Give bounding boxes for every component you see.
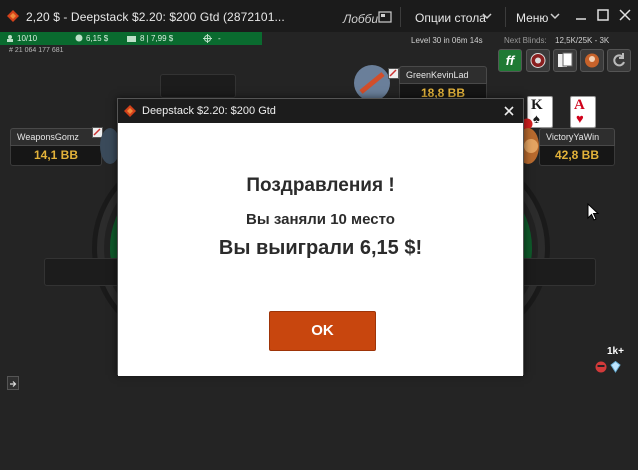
chevron-down-icon[interactable] bbox=[550, 13, 560, 20]
player-name: WeaponsGomz bbox=[10, 128, 102, 146]
maximize-icon[interactable] bbox=[596, 8, 610, 22]
title-bar: 2,20 $ - Deepstack $2.20: $200 Gtd (2872… bbox=[0, 0, 638, 32]
seat-victoryyawin[interactable]: VictoryYaWin 42,8 BB bbox=[539, 128, 615, 166]
emoji-icon[interactable] bbox=[595, 361, 607, 373]
congratulations-heading: Поздравления ! bbox=[246, 175, 395, 196]
finish-place-text: Вы заняли 10 место bbox=[246, 211, 395, 228]
lobby-icon[interactable] bbox=[378, 10, 392, 24]
cards-icon[interactable] bbox=[553, 49, 577, 72]
tables-icon bbox=[127, 36, 136, 42]
card-suit: ♠ bbox=[533, 111, 540, 126]
pokerstars-logo-icon bbox=[124, 105, 136, 117]
avatar-settings-icon[interactable] bbox=[580, 49, 604, 72]
players-icon bbox=[7, 35, 13, 42]
crosshair-icon bbox=[203, 34, 212, 43]
player-name: GreenKevinLad bbox=[399, 66, 487, 84]
prize-value: 6,15 $ bbox=[86, 34, 109, 43]
close-icon[interactable] bbox=[502, 104, 516, 118]
arrow-right-icon bbox=[10, 381, 17, 387]
expand-panel-button[interactable] bbox=[7, 376, 19, 390]
seat-rail-left bbox=[44, 258, 120, 286]
player-avatar bbox=[354, 65, 390, 101]
tournament-result-dialog: Deepstack $2.20: $200 Gtd Поздравления !… bbox=[117, 98, 524, 376]
level-timer: Level 30 in 06m 14s bbox=[411, 36, 483, 45]
roulette-icon[interactable] bbox=[526, 49, 550, 72]
tournament-info-strip: 10/10 6,15 $ 8 | 7,99 $ - bbox=[0, 32, 262, 45]
count-badge: 1k+ bbox=[607, 346, 624, 357]
prize-icon bbox=[75, 34, 83, 42]
dash: - bbox=[218, 34, 221, 43]
mouse-cursor-icon bbox=[587, 203, 599, 221]
chevron-down-icon[interactable] bbox=[482, 13, 492, 20]
player-stack: 42,8 BB bbox=[539, 146, 615, 166]
rebuy-icon[interactable] bbox=[607, 49, 631, 72]
winnings-text: Вы выиграли 6,15 $! bbox=[218, 237, 423, 259]
player-name: VictoryYaWin bbox=[539, 128, 615, 146]
seat-rail-right bbox=[520, 258, 596, 286]
divider bbox=[400, 7, 401, 27]
hero-card-2: A ♥ bbox=[570, 96, 596, 128]
seat-weaponsgomz[interactable]: WeaponsGomz 14,1 BB bbox=[10, 128, 102, 166]
next-blinds-label: Next Blinds: bbox=[504, 36, 547, 45]
card-suit: ♥ bbox=[576, 111, 584, 126]
window-title: 2,20 $ - Deepstack $2.20: $200 Gtd (2872… bbox=[26, 10, 285, 24]
diamond-icon[interactable] bbox=[609, 361, 622, 373]
player-stack: 14,1 BB bbox=[10, 146, 102, 166]
divider bbox=[505, 7, 506, 27]
poker-table-window: 2,20 $ - Deepstack $2.20: $200 Gtd (2872… bbox=[0, 0, 638, 470]
close-icon[interactable] bbox=[618, 8, 632, 22]
lobby-button[interactable]: Лобби bbox=[343, 12, 378, 26]
main-menu[interactable]: Меню bbox=[516, 11, 548, 25]
minimize-icon[interactable] bbox=[574, 8, 588, 22]
dialog-body: Поздравления ! Вы заняли 10 место Вы выи… bbox=[118, 123, 523, 376]
table-options-menu[interactable]: Опции стола bbox=[415, 11, 486, 25]
players-count: 10/10 bbox=[17, 34, 38, 43]
pokerstars-logo-icon bbox=[7, 10, 19, 22]
ok-button[interactable]: OK bbox=[269, 311, 376, 351]
dialog-header: Deepstack $2.20: $200 Gtd bbox=[118, 99, 523, 123]
tables-info: 8 | 7,99 $ bbox=[140, 34, 174, 43]
dialog-title: Deepstack $2.20: $200 Gtd bbox=[142, 105, 276, 117]
fast-fold-button[interactable]: ff bbox=[498, 49, 522, 72]
empty-seat-top bbox=[160, 74, 236, 98]
table-id: # 21 064 177 681 bbox=[9, 47, 64, 54]
note-icon[interactable] bbox=[388, 68, 399, 79]
next-blinds-value: 12,5K/25K - 3K bbox=[555, 36, 610, 45]
